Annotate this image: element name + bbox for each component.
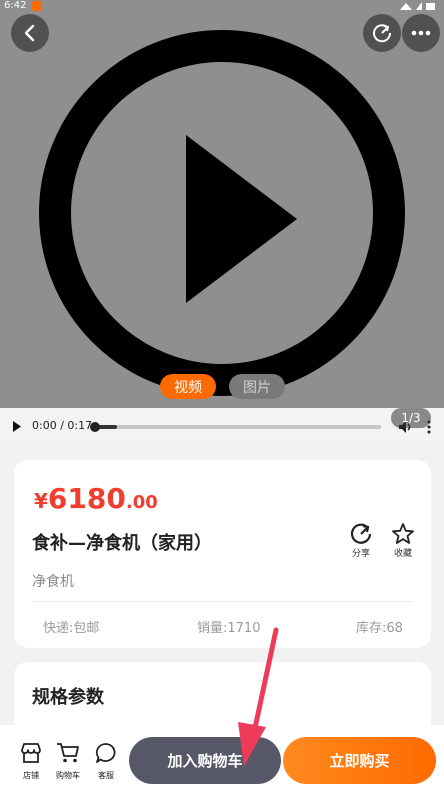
service-nav[interactable] xyxy=(93,742,119,768)
product-title: 食补—净食机（家用） xyxy=(32,533,212,554)
media-counter: 1/3 xyxy=(391,408,431,428)
shop-icon xyxy=(21,743,41,763)
product-info-card: ¥6180.00 食补—净食机（家用） 分享 收藏 净食机 快递:包邮 销量:1… xyxy=(14,460,431,648)
stock-count: 库存:68 xyxy=(356,621,403,636)
price-currency: ¥ xyxy=(34,489,48,513)
cart-label[interactable]: 购物车 xyxy=(52,770,84,781)
price-decimal: .00 xyxy=(125,492,158,513)
sales-count: 销量:1710 xyxy=(197,621,261,636)
tab-images[interactable]: 图片 xyxy=(229,374,285,399)
favorite-action[interactable]: 收藏 xyxy=(390,522,416,559)
video-timecode: 0:00 / 0:17 xyxy=(32,419,93,432)
app-notification-icon xyxy=(32,1,42,11)
cart-icon xyxy=(57,743,79,763)
cart-nav[interactable] xyxy=(55,742,81,768)
video-controls: 0:00 / 0:17 xyxy=(0,408,444,446)
status-time: 6:42 xyxy=(4,0,27,11)
share-icon xyxy=(373,24,392,43)
share-label: 分享 xyxy=(351,549,370,559)
specs-heading: 规格参数 xyxy=(32,687,104,708)
video-play-icon[interactable] xyxy=(0,0,444,408)
price-integer: 6180 xyxy=(47,482,126,515)
more-dots-icon xyxy=(411,30,431,36)
product-media-area[interactable] xyxy=(0,0,444,408)
shop-nav[interactable] xyxy=(18,742,44,768)
back-button[interactable] xyxy=(11,14,49,52)
play-icon[interactable] xyxy=(12,421,22,432)
more-button[interactable] xyxy=(402,14,440,52)
video-progress-handle[interactable] xyxy=(90,422,100,432)
tab-video[interactable]: 视频 xyxy=(160,374,216,399)
share-icon xyxy=(350,523,372,544)
shop-label[interactable]: 店铺 xyxy=(18,770,44,781)
star-icon xyxy=(392,523,414,544)
product-subtitle: 净食机 xyxy=(32,574,74,590)
favorite-label: 收藏 xyxy=(393,549,412,559)
product-price: ¥6180.00 xyxy=(34,482,158,515)
chat-bubble-icon xyxy=(95,743,116,763)
divider xyxy=(32,601,414,602)
chevron-left-icon xyxy=(24,24,35,42)
buy-now-button[interactable]: 立即购买 xyxy=(283,737,436,784)
video-progress-bar[interactable] xyxy=(90,422,381,432)
share-action[interactable]: 分享 xyxy=(348,522,374,559)
share-top-button[interactable] xyxy=(363,14,401,52)
status-bar: 6:42 xyxy=(0,0,444,12)
signal-battery-icon xyxy=(400,2,435,10)
shipping-info: 快递:包邮 xyxy=(43,621,100,636)
service-label[interactable]: 客服 xyxy=(93,770,119,781)
add-to-cart-button[interactable]: 加入购物车 xyxy=(129,737,281,784)
